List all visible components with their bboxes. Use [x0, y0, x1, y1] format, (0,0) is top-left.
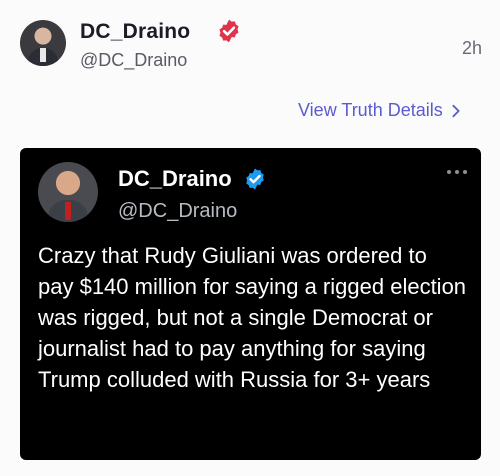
- author-name[interactable]: DC_Draino: [80, 20, 190, 44]
- verified-badge-red-icon: [219, 19, 239, 43]
- truth-post: DC_Draino @DC_Draino 2h View Truth Detai…: [0, 0, 500, 476]
- view-truth-details-link[interactable]: View Truth Details: [298, 100, 461, 121]
- author-handle[interactable]: @DC_Draino: [80, 50, 187, 71]
- embedded-author-handle[interactable]: @DC_Draino: [118, 200, 237, 223]
- chevron-right-icon: [452, 104, 460, 117]
- post-timestamp: 2h: [461, 38, 482, 58]
- embedded-author-avatar[interactable]: [38, 162, 98, 222]
- embedded-author-name[interactable]: DC_Draino: [118, 166, 232, 192]
- embedded-tweet[interactable]: DC_Draino @DC_Draino Crazy that Rudy Giu…: [20, 148, 481, 460]
- author-avatar[interactable]: [20, 20, 66, 66]
- view-truth-details-label: View Truth Details: [298, 100, 443, 120]
- more-options-icon[interactable]: [447, 170, 467, 174]
- verified-badge-blue-icon: [246, 168, 264, 190]
- post-header: DC_Draino @DC_Draino 2h: [20, 16, 490, 76]
- embedded-tweet-text: Crazy that Rudy Giuliani was ordered to …: [38, 243, 467, 392]
